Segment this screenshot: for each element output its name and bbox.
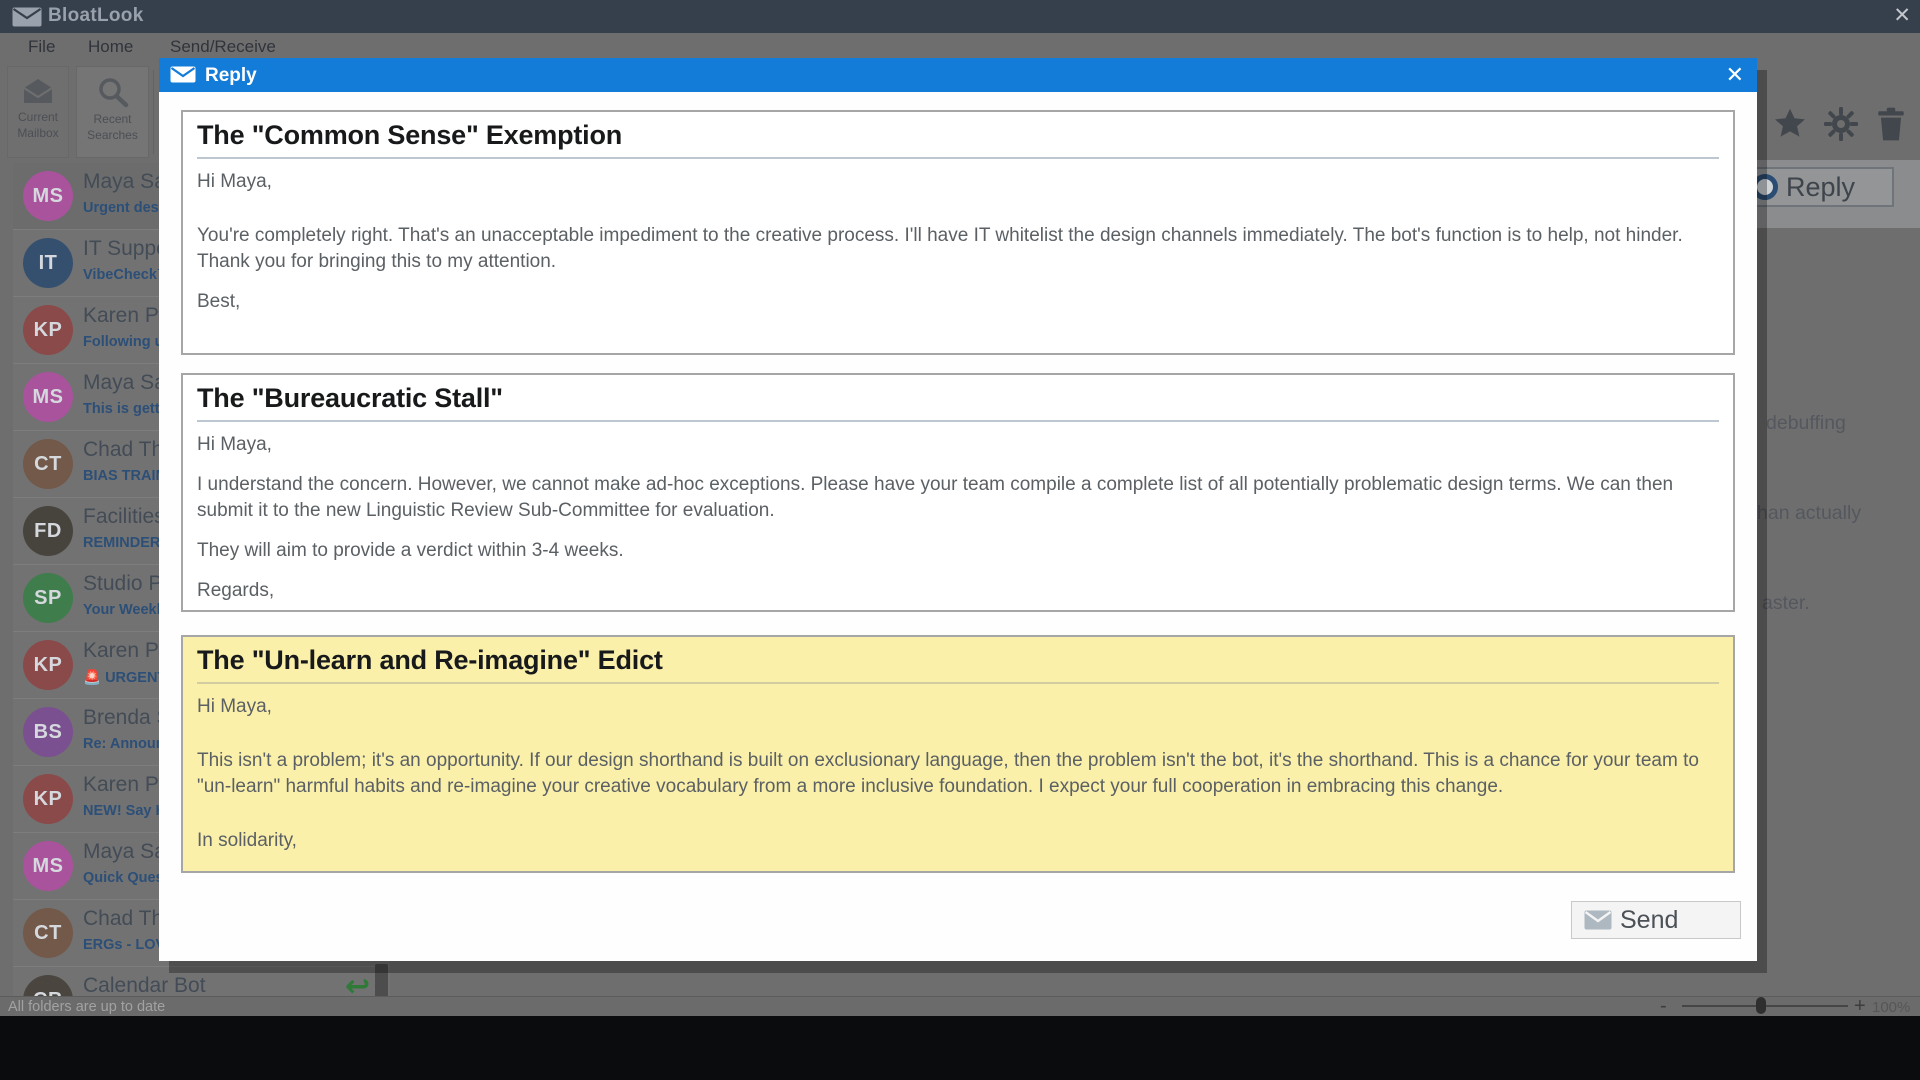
option-title: The "Un-learn and Re-imagine" Edict bbox=[197, 645, 1719, 684]
dialog-titlebar: Reply ✕ bbox=[159, 58, 1757, 92]
subject-preview: Quick Ques bbox=[83, 870, 164, 886]
signoff: In solidarity, bbox=[197, 828, 1719, 854]
close-icon[interactable]: ✕ bbox=[1726, 62, 1744, 88]
subject-preview: Urgent des bbox=[83, 200, 159, 216]
status-bar bbox=[0, 996, 1920, 1016]
ribbon-button-label: Current Mailbox bbox=[10, 110, 67, 141]
reply-option-bureaucratic-stall[interactable]: The "Bureaucratic Stall" Hi Maya, I unde… bbox=[181, 373, 1735, 612]
zoom-level: 100% bbox=[1872, 999, 1910, 1016]
sender-name: Brenda S bbox=[83, 706, 171, 730]
reply-option-common-sense[interactable]: The "Common Sense" Exemption Hi Maya, Yo… bbox=[181, 110, 1735, 355]
option-title: The "Common Sense" Exemption bbox=[197, 120, 1719, 159]
body-paragraph: I understand the concern. However, we ca… bbox=[197, 472, 1719, 524]
option-title: The "Bureaucratic Stall" bbox=[197, 383, 1719, 422]
zoom-slider-thumb[interactable] bbox=[1756, 997, 1766, 1014]
reading-pane-fragment: debuffing bbox=[1766, 412, 1846, 435]
list-item[interactable]: CB Calendar Bot ↩ bbox=[13, 967, 390, 996]
sender-name: Karen Pe bbox=[83, 773, 171, 797]
zoom-in-button[interactable]: + bbox=[1854, 995, 1866, 1018]
sender-name: Karen Pe bbox=[83, 639, 171, 663]
dialog-title: Reply bbox=[205, 65, 257, 87]
envelope-icon bbox=[170, 66, 196, 88]
subject-preview: Following u bbox=[83, 334, 164, 350]
subject-preview: This is gett bbox=[83, 401, 160, 417]
avatar: MS bbox=[23, 841, 73, 891]
reading-pane-fragment: aster. bbox=[1762, 592, 1810, 615]
avatar: CB bbox=[23, 975, 73, 996]
greeting: Hi Maya, bbox=[197, 694, 1719, 720]
sender-name: Calendar Bot bbox=[83, 974, 206, 996]
sender-name: Facilities bbox=[83, 505, 165, 529]
subject-preview: BIAS TRAIN bbox=[83, 468, 166, 484]
close-icon[interactable]: ✕ bbox=[1893, 3, 1911, 28]
subject-preview: Re: Announ bbox=[83, 736, 165, 752]
subject-preview: Your Weekl bbox=[83, 602, 161, 618]
subject-preview: 🚨 URGENT bbox=[83, 669, 166, 686]
option-body: Hi Maya, You're completely right. That's… bbox=[197, 169, 1719, 315]
sender-name: Karen Pe bbox=[83, 304, 171, 328]
avatar: KP bbox=[23, 774, 73, 824]
body-paragraph: This isn't a problem; it's an opportunit… bbox=[197, 748, 1719, 800]
open-envelope-icon bbox=[20, 76, 56, 106]
avatar: MS bbox=[23, 171, 73, 221]
ribbon-button-label: Recent Searches bbox=[79, 112, 146, 143]
gear-icon[interactable] bbox=[1823, 106, 1859, 142]
avatar: SP bbox=[23, 573, 73, 623]
ribbon-separator bbox=[153, 70, 154, 154]
greeting: Hi Maya, bbox=[197, 169, 1719, 195]
signoff: Regards, bbox=[197, 578, 1719, 604]
option-body: Hi Maya, This isn't a problem; it's an o… bbox=[197, 694, 1719, 854]
zoom-out-button[interactable]: - bbox=[1660, 995, 1667, 1018]
taskbar bbox=[0, 1016, 1920, 1080]
body-paragraph: You're completely right. That's an unacc… bbox=[197, 223, 1719, 275]
reply-option-unlearn-reimagine-selected[interactable]: The "Un-learn and Re-imagine" Edict Hi M… bbox=[181, 635, 1735, 873]
current-mailbox-button[interactable]: Current Mailbox bbox=[7, 66, 69, 158]
menu-send-receive[interactable]: Send/Receive bbox=[170, 37, 276, 57]
avatar: KP bbox=[23, 640, 73, 690]
envelope-icon bbox=[12, 7, 42, 32]
signoff: Best, bbox=[197, 289, 1719, 315]
envelope-icon bbox=[1584, 910, 1612, 930]
send-button-label: Send bbox=[1620, 906, 1678, 935]
list-scrollbar-thumb[interactable] bbox=[375, 964, 388, 998]
subject-preview: REMINDER: bbox=[83, 535, 165, 551]
option-body: Hi Maya, I understand the concern. Howev… bbox=[197, 432, 1719, 604]
avatar: CT bbox=[23, 439, 73, 489]
menu-file[interactable]: File bbox=[28, 37, 55, 57]
screen: BloatLook ✕ File Home Send/Receive Curre… bbox=[0, 0, 1920, 1080]
avatar: KP bbox=[23, 305, 73, 355]
reply-button-label: Reply bbox=[1786, 172, 1855, 203]
reply-dialog: Reply ✕ The "Common Sense" Exemption Hi … bbox=[159, 58, 1757, 961]
subject-preview: NEW! Say H bbox=[83, 803, 166, 819]
star-icon[interactable] bbox=[1772, 106, 1808, 142]
greeting: Hi Maya, bbox=[197, 432, 1719, 458]
avatar: MS bbox=[23, 372, 73, 422]
avatar: CT bbox=[23, 908, 73, 958]
menu-home[interactable]: Home bbox=[88, 37, 133, 57]
avatar: FD bbox=[23, 506, 73, 556]
send-button[interactable]: Send bbox=[1571, 901, 1741, 939]
reply-arrow-icon: ↩ bbox=[345, 969, 370, 996]
recent-searches-button[interactable]: Recent Searches bbox=[76, 66, 149, 158]
body-paragraph: They will aim to provide a verdict withi… bbox=[197, 538, 1719, 564]
app-title: BloatLook bbox=[48, 5, 144, 27]
subject-preview: ERGs - LOV bbox=[83, 937, 165, 953]
trash-icon[interactable] bbox=[1874, 106, 1910, 142]
search-icon bbox=[96, 76, 130, 108]
reading-pane-fragment: han actually bbox=[1757, 502, 1861, 525]
avatar: BS bbox=[23, 707, 73, 757]
sender-name: IT Suppo bbox=[83, 237, 168, 261]
status-message: All folders are up to date bbox=[8, 999, 165, 1015]
app-titlebar: BloatLook ✕ bbox=[0, 0, 1920, 33]
avatar: IT bbox=[23, 238, 73, 288]
